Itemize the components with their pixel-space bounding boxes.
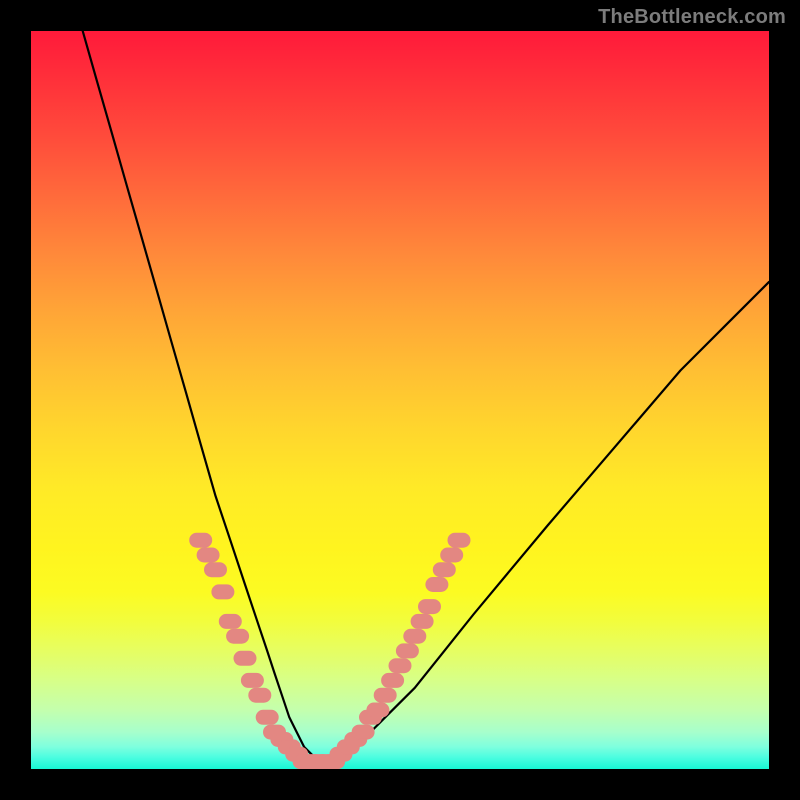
marker (426, 578, 448, 592)
marker (227, 629, 249, 643)
marker (212, 585, 234, 599)
marker (352, 725, 374, 739)
marker (219, 614, 241, 628)
marker (256, 710, 278, 724)
watermark-text: TheBottleneck.com (598, 6, 786, 29)
marker (411, 614, 433, 628)
marker (441, 548, 463, 562)
marker (404, 629, 426, 643)
marker (249, 688, 271, 702)
marker (197, 548, 219, 562)
marker (234, 651, 256, 665)
marker (433, 563, 455, 577)
plot-area (31, 31, 769, 769)
marker (419, 600, 441, 614)
marker (382, 673, 404, 687)
marker (448, 533, 470, 547)
marker (367, 703, 389, 717)
markers-layer (31, 31, 769, 769)
chart-stage: TheBottleneck.com (0, 0, 800, 800)
marker (190, 533, 212, 547)
marker (205, 563, 227, 577)
marker (374, 688, 396, 702)
marker (396, 644, 418, 658)
marker (241, 673, 263, 687)
marker (389, 659, 411, 673)
highlighted-points (190, 533, 470, 768)
